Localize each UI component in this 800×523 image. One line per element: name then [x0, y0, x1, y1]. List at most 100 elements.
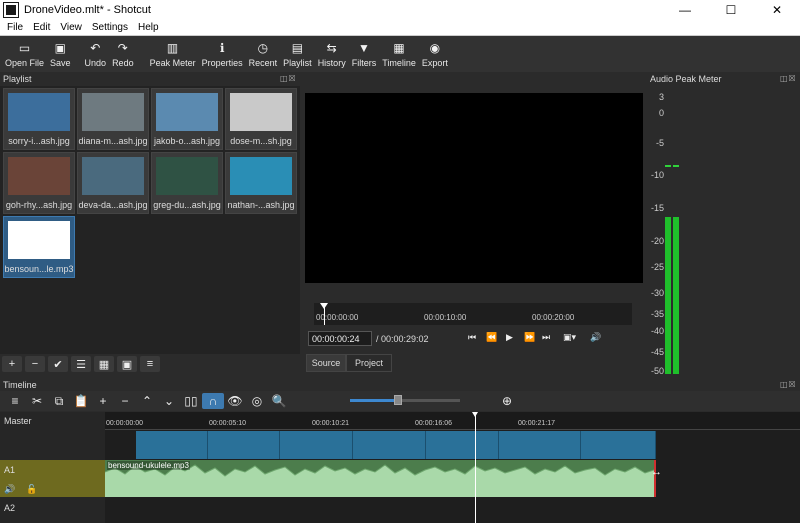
undo-button[interactable]: ↶ Undo [82, 36, 110, 72]
zoom-slider-handle[interactable] [394, 395, 402, 405]
menu-icon[interactable]: ≡ [4, 393, 26, 409]
title-bar: DroneVideo.mlt* - Shotcut — ☐ ✕ [0, 0, 800, 20]
maximize-button[interactable]: ☐ [708, 0, 754, 20]
append-icon[interactable]: + [92, 393, 114, 409]
scrub-tick: 00:00:20:00 [532, 313, 575, 322]
export-button[interactable]: ◉ Export [419, 36, 451, 72]
properties-button[interactable]: ℹ Properties [199, 36, 246, 72]
meter-bar-right [673, 217, 679, 374]
video-clip[interactable] [353, 431, 426, 459]
meter-dock-buttons[interactable]: ◫☒ [780, 74, 797, 83]
add-icon[interactable]: + [2, 356, 22, 372]
peak-indicator-left [665, 165, 671, 167]
video-viewer[interactable] [305, 93, 643, 283]
tab-source[interactable]: Source [306, 354, 346, 372]
menu-icon[interactable]: ≡ [140, 356, 160, 372]
scrub-bar[interactable]: 00:00:00:00 00:00:10:00 00:00:20:00 [314, 303, 632, 325]
video-clip[interactable] [136, 431, 208, 459]
filters-button[interactable]: ▼ Filters [349, 36, 380, 72]
menu-settings[interactable]: Settings [87, 22, 133, 33]
shotcut-app-icon [3, 2, 19, 18]
grid-toggle-icon[interactable]: ▣▾ [563, 332, 576, 343]
mute-icon[interactable]: 🔊 [4, 484, 15, 495]
ripple-icon[interactable]: ◎ [246, 393, 268, 409]
audio-clip[interactable]: bensound-ukulele.mp3 [105, 460, 656, 497]
skip-to-end-icon[interactable]: ⏭ [542, 332, 550, 343]
video-clip[interactable] [280, 431, 353, 459]
filters-icon: ▼ [358, 41, 370, 55]
cut-icon[interactable]: ✂ [26, 393, 48, 409]
volume-icon[interactable]: 🔊 [590, 332, 601, 343]
playlist-item[interactable]: goh-rhy...ash.jpg [3, 152, 75, 214]
playlist-button[interactable]: ▤ Playlist [280, 36, 315, 72]
thumbnail [8, 157, 70, 195]
skip-to-start-icon[interactable]: ⏮ [468, 332, 476, 343]
video-clip[interactable] [499, 431, 581, 459]
audio-clip-name: bensound-ukulele.mp3 [107, 461, 190, 470]
playlist-item[interactable]: sorry-i...ash.jpg [3, 88, 75, 150]
tab-project[interactable]: Project [346, 354, 392, 372]
menu-help[interactable]: Help [133, 22, 164, 33]
playlist-item[interactable]: nathan-...ash.jpg [225, 152, 297, 214]
menu-view[interactable]: View [55, 22, 87, 33]
playlist-dock-buttons[interactable]: ◫☒ [280, 74, 297, 83]
history-button[interactable]: ⇆ History [315, 36, 349, 72]
grid-view-icon[interactable]: ▦ [94, 356, 114, 372]
export-icon: ◉ [429, 41, 441, 55]
overwrite-icon[interactable]: ⌄ [158, 393, 180, 409]
timeline-button[interactable]: ▦ Timeline [379, 36, 419, 72]
redo-button[interactable]: ↷ Redo [109, 36, 137, 72]
window-title: DroneVideo.mlt* - Shotcut [24, 4, 151, 16]
timeline-ruler[interactable]: 00:00:00:00 00:00:05:10 00:00:10:21 00:0… [105, 412, 800, 430]
history-icon: ⇆ [326, 41, 337, 55]
icon-view-icon[interactable]: ▣ [117, 356, 137, 372]
zoom-in-icon[interactable]: ⊕ [502, 394, 512, 408]
remove-icon[interactable]: − [25, 356, 45, 372]
duration-label: / 00:00:29:02 [376, 334, 429, 344]
lift-icon[interactable]: ⌃ [136, 393, 158, 409]
timeline-tracks[interactable]: 00:00:00:00 00:00:05:10 00:00:10:21 00:0… [105, 412, 800, 523]
zoom-slider[interactable] [350, 395, 460, 405]
copy-icon[interactable]: ⧉ [48, 393, 70, 409]
video-clip[interactable] [208, 431, 280, 459]
playlist-item[interactable]: dose-m...sh.jpg [225, 88, 297, 150]
lock-icon[interactable]: 🔓 [26, 484, 37, 495]
recent-button[interactable]: ◷ Recent [246, 36, 281, 72]
video-clip[interactable] [581, 431, 656, 459]
track-label-master: Master [4, 416, 32, 426]
play-icon[interactable]: ▶ [506, 332, 513, 343]
save-button[interactable]: ▣ Save [47, 36, 74, 72]
peak-meter-button[interactable]: ▥ Peak Meter [147, 36, 199, 72]
close-button[interactable]: ✕ [754, 0, 800, 20]
scrub-tick: 00:00:10:00 [424, 313, 467, 322]
video-clip[interactable] [426, 431, 499, 459]
track-header-a1[interactable]: A1 🔊 🔓 [0, 460, 105, 497]
ripple-delete-icon[interactable]: − [114, 393, 136, 409]
minimize-button[interactable]: — [662, 0, 708, 20]
menu-edit[interactable]: Edit [28, 22, 55, 33]
list-view-icon[interactable]: ☰ [71, 356, 91, 372]
playlist-item-selected[interactable]: bensoun...le.mp3 [3, 216, 75, 278]
snap-magnet-icon[interactable]: ∩ [202, 393, 224, 409]
playlist-item[interactable]: diana-m...ash.jpg [77, 88, 149, 150]
playlist-item[interactable]: jakob-o...ash.jpg [151, 88, 223, 150]
audio-peak-meter: 3 0 -5 -10 -15 -20 -25 -30 -35 -40 -45 -… [646, 86, 800, 376]
peak-meter-icon: ▥ [166, 41, 179, 55]
thumbnail [8, 93, 70, 131]
paste-icon[interactable]: 📋 [70, 393, 92, 409]
zoom-out-icon[interactable]: 🔍 [268, 393, 290, 409]
split-icon[interactable]: ▯▯ [180, 393, 202, 409]
open-file-button[interactable]: ▭ Open File [2, 36, 47, 72]
timecode-input[interactable]: 00:00:00:24 [308, 331, 372, 346]
timeline-playhead[interactable] [472, 412, 478, 523]
checkmark-icon[interactable]: ✔ [48, 356, 68, 372]
scrub-eye-icon[interactable]: 👁 [224, 393, 246, 409]
track-label-a1: A1 [4, 465, 16, 475]
fast-forward-icon[interactable]: ⏩ [524, 332, 535, 343]
rewind-icon[interactable]: ⏪ [486, 332, 497, 343]
player-playhead[interactable] [320, 303, 328, 325]
timeline-dock-buttons[interactable]: ◫☒ [780, 380, 797, 389]
menu-file[interactable]: File [2, 22, 28, 33]
playlist-item[interactable]: deva-da...ash.jpg [77, 152, 149, 214]
playlist-item[interactable]: greg-du...ash.jpg [151, 152, 223, 214]
